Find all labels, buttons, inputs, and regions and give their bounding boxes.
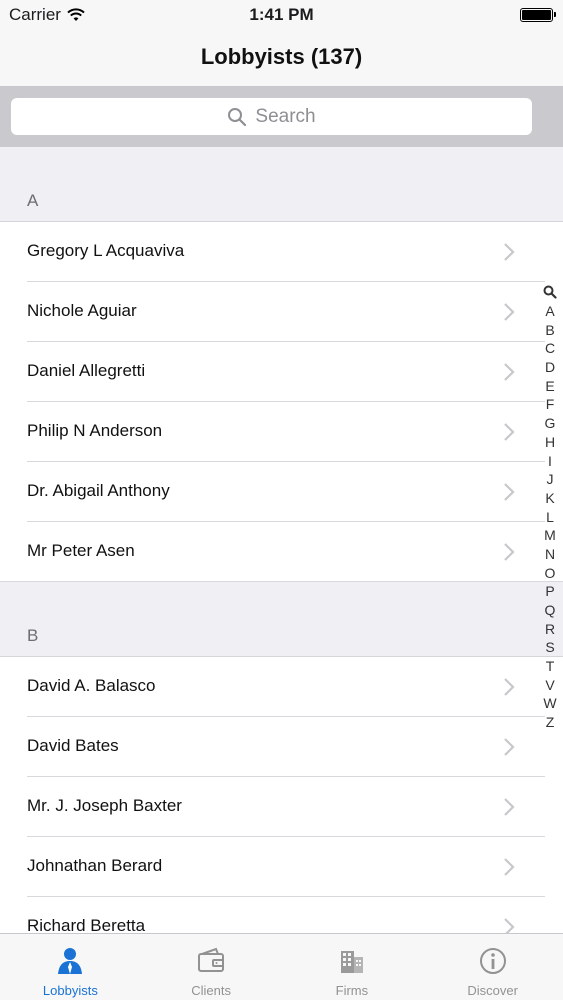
tab-bar: Lobbyists Clients Firms Discover bbox=[0, 933, 563, 1000]
index-letter[interactable]: I bbox=[548, 452, 552, 471]
person-icon bbox=[58, 948, 83, 974]
wallet-icon bbox=[198, 947, 225, 972]
section-letter: A bbox=[27, 191, 39, 210]
search-placeholder: Search bbox=[255, 105, 316, 127]
lobbyist-name: Johnathan Berard bbox=[27, 856, 163, 875]
lobbyist-name: Mr Peter Asen bbox=[27, 541, 135, 560]
search-icon bbox=[228, 107, 247, 126]
tab-lobbyists[interactable]: Lobbyists bbox=[0, 934, 141, 1000]
index-letter[interactable]: Q bbox=[545, 601, 556, 620]
index-letter[interactable]: H bbox=[545, 433, 555, 452]
index-letter[interactable]: M bbox=[544, 526, 556, 545]
index-letter[interactable]: D bbox=[545, 358, 555, 377]
list-item[interactable]: Mr. J. Joseph Baxter bbox=[0, 777, 563, 837]
lobbyist-name: David Bates bbox=[27, 736, 119, 755]
chevron-right-icon bbox=[504, 363, 515, 381]
lobbyist-name: David A. Balasco bbox=[27, 676, 156, 695]
index-letter[interactable]: F bbox=[546, 395, 555, 414]
section-letter: B bbox=[27, 626, 39, 645]
lobbyist-name: Richard Beretta bbox=[27, 916, 146, 933]
list-item[interactable]: David Bates bbox=[0, 717, 563, 777]
chevron-right-icon bbox=[504, 243, 515, 261]
chevron-right-icon bbox=[504, 738, 515, 756]
index-letter[interactable]: S bbox=[545, 638, 554, 657]
chevron-right-icon bbox=[504, 483, 515, 501]
search-icon[interactable] bbox=[543, 285, 557, 299]
status-bar: Carrier 1:41 PM bbox=[0, 0, 563, 30]
list-item[interactable]: Philip N Anderson bbox=[0, 402, 563, 462]
index-letter[interactable]: P bbox=[545, 582, 554, 601]
lobbyist-name: Dr. Abigail Anthony bbox=[27, 481, 170, 500]
section-index[interactable]: A B C D E F G H I J K L M N O P Q R S T … bbox=[542, 285, 558, 732]
chevron-right-icon bbox=[504, 423, 515, 441]
chevron-right-icon bbox=[504, 678, 515, 696]
chevron-right-icon bbox=[504, 543, 515, 561]
search-area: Search bbox=[0, 87, 563, 147]
index-letter[interactable]: R bbox=[545, 620, 555, 639]
index-letter[interactable]: O bbox=[545, 564, 556, 583]
info-icon bbox=[479, 948, 506, 974]
tab-label: Discover bbox=[467, 983, 518, 998]
list-item[interactable]: Dr. Abigail Anthony bbox=[0, 462, 563, 522]
clock: 1:41 PM bbox=[249, 5, 314, 24]
lobbyist-name: Mr. J. Joseph Baxter bbox=[27, 796, 182, 815]
index-letter[interactable]: B bbox=[545, 321, 554, 340]
index-letter[interactable]: C bbox=[545, 339, 555, 358]
section-header-a: A bbox=[0, 147, 563, 222]
index-letter[interactable]: W bbox=[543, 694, 556, 713]
list-item[interactable]: Daniel Allegretti bbox=[0, 342, 563, 402]
list-item[interactable]: Nichole Aguiar bbox=[0, 282, 563, 342]
list-item[interactable]: Richard Beretta bbox=[0, 897, 563, 933]
lobbyist-name: Philip N Anderson bbox=[27, 421, 163, 440]
navigation-bar: Lobbyists (137) bbox=[0, 30, 563, 87]
list-item[interactable]: Mr Peter Asen bbox=[0, 522, 563, 582]
tab-label: Firms bbox=[335, 983, 369, 998]
index-letter[interactable]: L bbox=[546, 508, 554, 527]
lobbyist-name: Nichole Aguiar bbox=[27, 301, 137, 320]
chevron-right-icon bbox=[504, 858, 515, 876]
lobbyist-list: A Gregory L Acquaviva Nichole Aguiar Dan… bbox=[0, 147, 563, 933]
index-letter[interactable]: K bbox=[545, 489, 554, 508]
chevron-right-icon bbox=[504, 303, 515, 321]
battery-icon bbox=[520, 8, 556, 22]
tab-discover[interactable]: Discover bbox=[422, 934, 563, 1000]
index-letter[interactable]: N bbox=[545, 545, 555, 564]
building-icon bbox=[340, 951, 363, 973]
index-letter[interactable]: J bbox=[547, 470, 554, 489]
index-letter[interactable]: T bbox=[546, 657, 555, 676]
index-letter[interactable]: G bbox=[545, 414, 556, 433]
index-letter[interactable]: V bbox=[545, 676, 554, 695]
list-item[interactable]: Gregory L Acquaviva bbox=[0, 222, 563, 282]
index-letter[interactable]: Z bbox=[546, 713, 555, 732]
chevron-right-icon bbox=[504, 798, 515, 816]
tab-label: Lobbyists bbox=[42, 983, 98, 998]
tab-label: Clients bbox=[191, 983, 231, 998]
chevron-right-icon bbox=[504, 918, 515, 933]
lobbyist-name: Daniel Allegretti bbox=[27, 361, 146, 380]
section-header-b: B bbox=[0, 582, 563, 657]
index-letter[interactable]: E bbox=[545, 377, 554, 396]
lobbyist-name: Gregory L Acquaviva bbox=[27, 241, 185, 260]
page-title: Lobbyists (137) bbox=[200, 44, 363, 69]
tab-firms[interactable]: Firms bbox=[282, 934, 423, 1000]
search-input[interactable]: Search bbox=[11, 98, 532, 135]
tab-clients[interactable]: Clients bbox=[141, 934, 282, 1000]
index-letter[interactable]: A bbox=[545, 302, 554, 321]
list-item[interactable]: David A. Balasco bbox=[0, 657, 563, 717]
list-item[interactable]: Johnathan Berard bbox=[0, 837, 563, 897]
